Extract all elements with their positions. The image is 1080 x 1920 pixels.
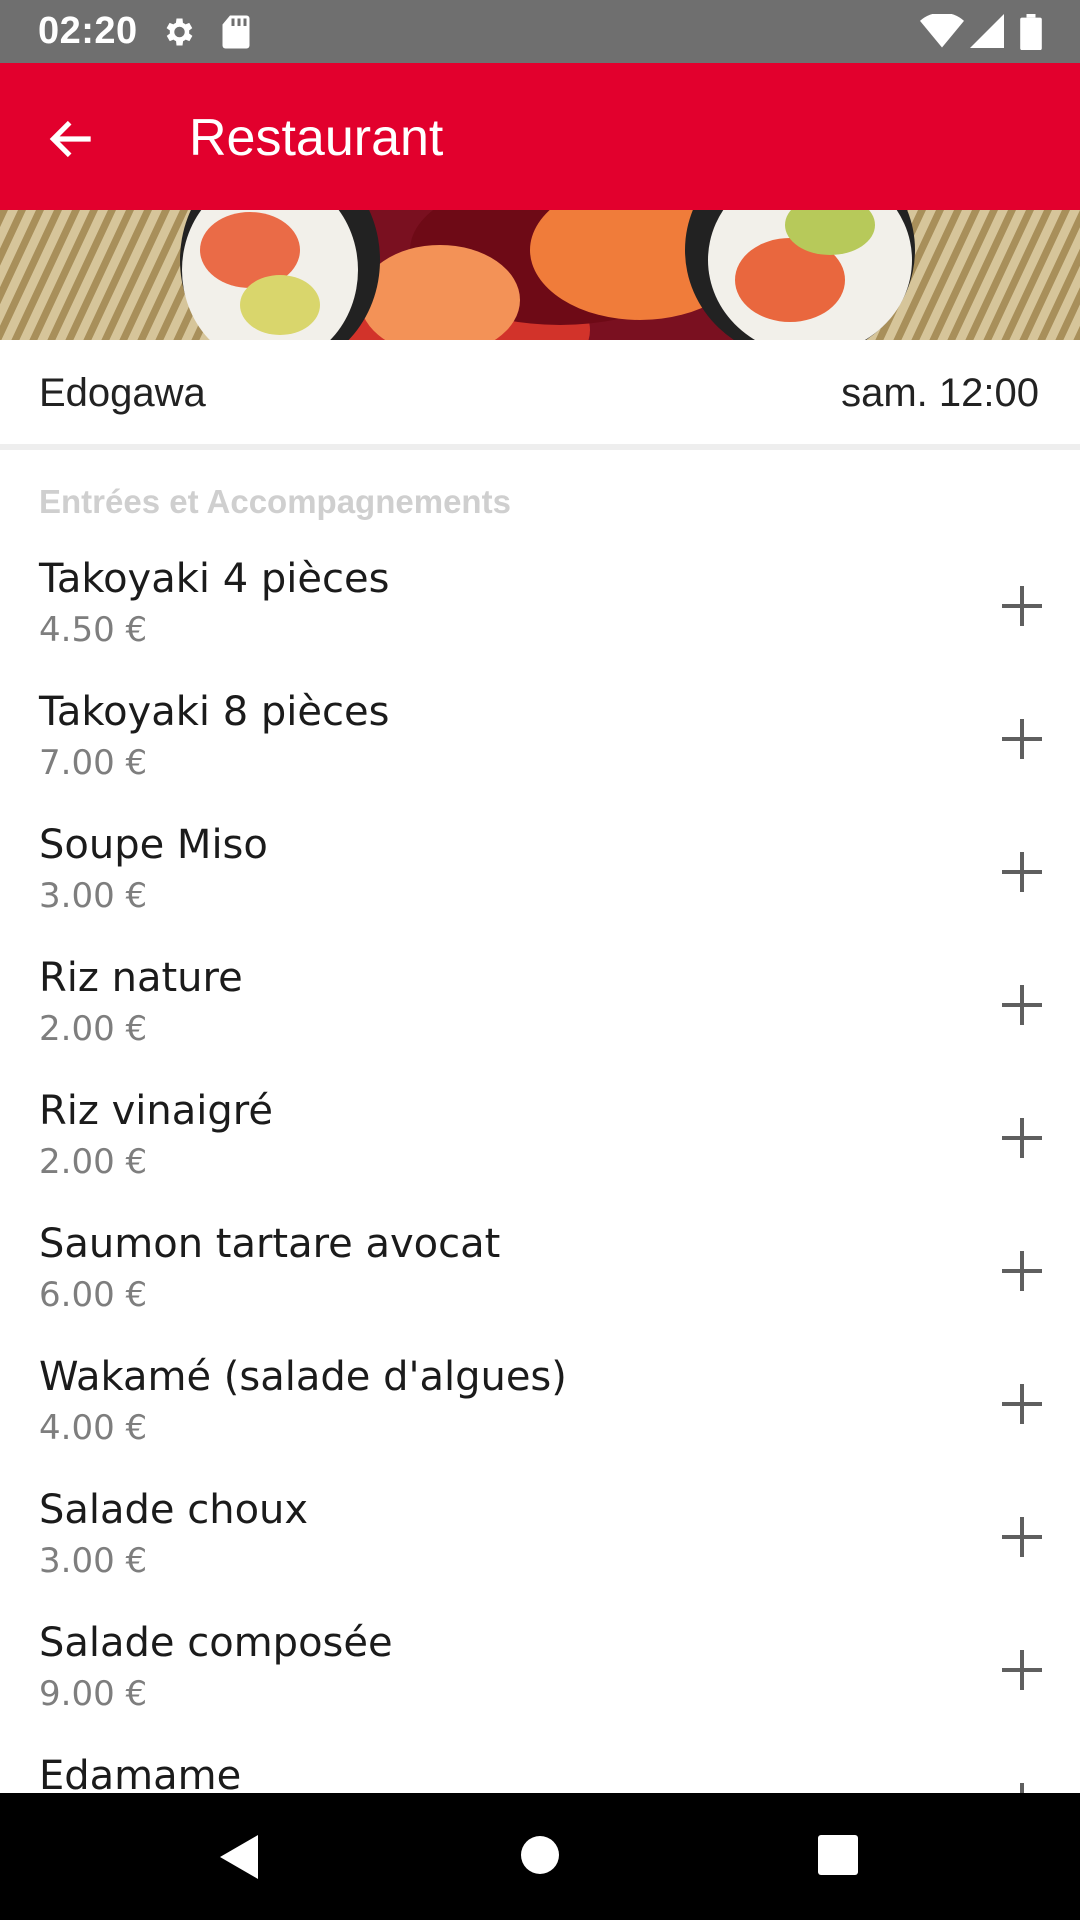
- restaurant-info-row: Edogawa sam. 12:00: [0, 340, 1080, 450]
- section-header: Entrées et Accompagnements: [39, 483, 511, 520]
- menu-item[interactable]: Salade choux 3.00 €: [0, 1479, 1080, 1612]
- menu-item[interactable]: Takoyaki 4 pièces 4.50 €: [0, 548, 1080, 681]
- gear-icon: [166, 18, 193, 46]
- menu-item-price: 3.00 €: [39, 1541, 148, 1581]
- plus-icon[interactable]: [1000, 1515, 1044, 1559]
- sd-card-icon: [222, 15, 250, 49]
- menu-item[interactable]: Salade composée 9.00 €: [0, 1612, 1080, 1745]
- battery-icon: [1020, 14, 1042, 50]
- menu-item[interactable]: Riz vinaigré 2.00 €: [0, 1080, 1080, 1213]
- menu-item-name: Saumon tartare avocat: [39, 1221, 501, 1267]
- menu-item-price: 6.00 €: [39, 1275, 148, 1315]
- system-navigation-bar: [0, 1793, 1080, 1920]
- page-title: Restaurant: [189, 109, 444, 167]
- menu-item-name: Edamame: [39, 1753, 242, 1793]
- menu-item-name: Salade composée: [39, 1620, 393, 1666]
- plus-icon[interactable]: [1000, 983, 1044, 1027]
- arrow-left-icon[interactable]: [44, 111, 100, 167]
- app-bar: Restaurant: [0, 63, 1080, 210]
- menu-item-price: 2.00 €: [39, 1142, 148, 1182]
- menu-item-price: 3.00 €: [39, 876, 148, 916]
- menu-item[interactable]: Riz nature 2.00 €: [0, 947, 1080, 1080]
- status-bar: 02:20: [0, 0, 1080, 63]
- signal-icon: [970, 14, 1004, 48]
- back-triangle-icon[interactable]: [216, 1833, 260, 1881]
- menu-item-name: Takoyaki 8 pièces: [39, 689, 390, 735]
- plus-icon[interactable]: [1000, 1382, 1044, 1426]
- menu-item-name: Riz nature: [39, 955, 243, 1001]
- plus-icon[interactable]: [1000, 850, 1044, 894]
- plus-icon[interactable]: [1000, 717, 1044, 761]
- recents-square-icon[interactable]: [818, 1835, 858, 1875]
- home-circle-icon[interactable]: [520, 1835, 560, 1875]
- menu-item-price: 7.00 €: [39, 743, 148, 783]
- menu-item-name: Wakamé (salade d'algues): [39, 1354, 567, 1400]
- plus-icon[interactable]: [1000, 1249, 1044, 1293]
- order-datetime: sam. 12:00: [841, 371, 1039, 415]
- menu-item-name: Soupe Miso: [39, 822, 268, 868]
- plus-icon[interactable]: [1000, 1648, 1044, 1692]
- status-time: 02:20: [38, 10, 138, 52]
- menu-item[interactable]: Takoyaki 8 pièces 7.00 €: [0, 681, 1080, 814]
- menu-item-price: 4.50 €: [39, 610, 148, 650]
- menu-list: Takoyaki 4 pièces 4.50 € Takoyaki 8 pièc…: [0, 548, 1080, 1793]
- restaurant-name: Edogawa: [39, 371, 206, 415]
- menu-item-name: Salade choux: [39, 1487, 309, 1533]
- menu-item[interactable]: Soupe Miso 3.00 €: [0, 814, 1080, 947]
- menu-item[interactable]: Saumon tartare avocat 6.00 €: [0, 1213, 1080, 1346]
- plus-icon[interactable]: [1000, 1781, 1044, 1793]
- wifi-icon: [920, 14, 964, 48]
- plus-icon[interactable]: [1000, 1116, 1044, 1160]
- plus-icon[interactable]: [1000, 584, 1044, 628]
- menu-item-price: 2.00 €: [39, 1009, 148, 1049]
- menu-item-name: Riz vinaigré: [39, 1088, 273, 1134]
- menu-item-price: 9.00 €: [39, 1674, 148, 1714]
- menu-item[interactable]: Edamame: [0, 1745, 1080, 1793]
- restaurant-banner-image: [0, 210, 1080, 340]
- menu-item[interactable]: Wakamé (salade d'algues) 4.00 €: [0, 1346, 1080, 1479]
- menu-item-name: Takoyaki 4 pièces: [39, 556, 390, 602]
- menu-item-price: 4.00 €: [39, 1408, 148, 1448]
